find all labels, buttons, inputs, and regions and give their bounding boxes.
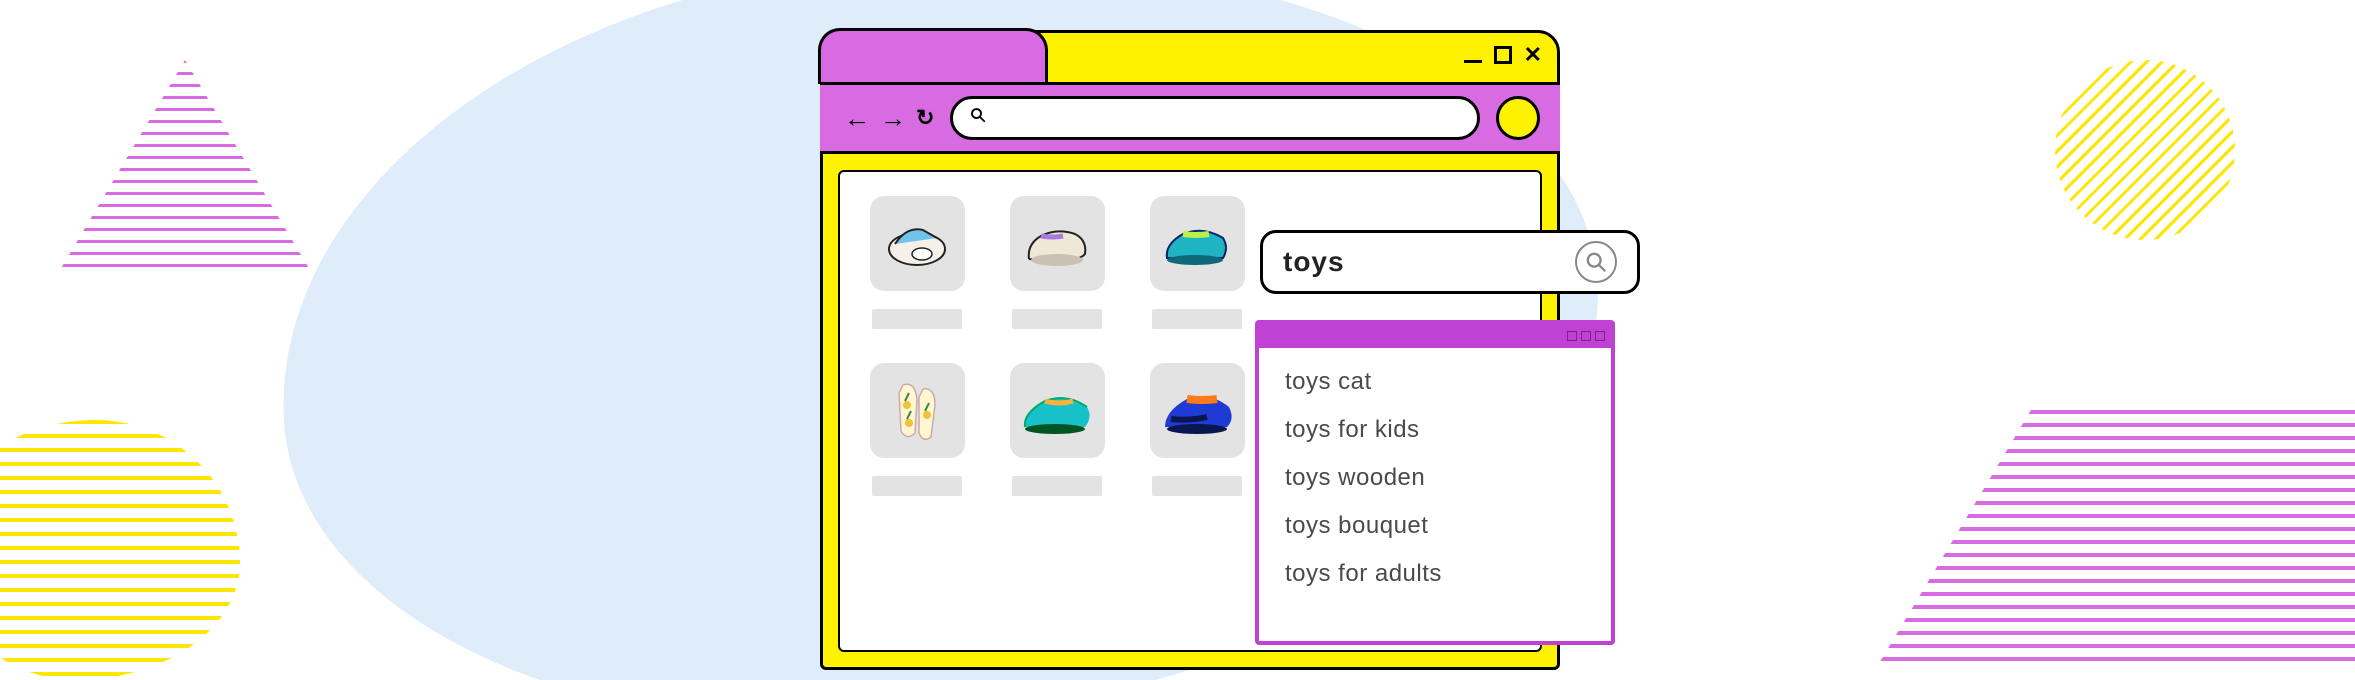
minimize-icon[interactable] [1464, 48, 1482, 63]
product-thumb [1010, 363, 1105, 458]
decorative-circle-yellow [2055, 60, 2235, 240]
maximize-icon[interactable] [1494, 46, 1512, 64]
product-thumb [1150, 363, 1245, 458]
browser-tab[interactable] [818, 28, 1048, 84]
search-suggestions-panel: toys cat toys for kids toys wooden toys … [1255, 320, 1615, 645]
product-thumb [1150, 196, 1245, 291]
product-card[interactable] [1002, 196, 1112, 329]
address-bar[interactable] [950, 96, 1480, 140]
product-label-placeholder [872, 309, 962, 329]
suggestion-item[interactable]: toys bouquet [1285, 512, 1585, 540]
suggestion-item[interactable]: toys wooden [1285, 464, 1585, 492]
suggestion-item[interactable]: toys for kids [1285, 416, 1585, 444]
product-label-placeholder [1012, 476, 1102, 496]
product-thumb [870, 196, 965, 291]
panel-control-icon[interactable] [1567, 331, 1577, 341]
suggestion-item[interactable]: toys for adults [1285, 560, 1585, 588]
decorative-blob-yellow [0, 420, 240, 680]
reload-button[interactable]: ↻ [912, 105, 938, 131]
go-button[interactable] [1496, 96, 1540, 140]
browser-toolbar: ← → ↻ [820, 82, 1560, 154]
suggestion-item[interactable]: toys cat [1285, 368, 1585, 396]
decorative-triangle [60, 60, 310, 270]
decorative-trapezoid-magenta [1875, 410, 2355, 670]
product-label-placeholder [1012, 309, 1102, 329]
product-thumb [1010, 196, 1105, 291]
search-submit-button[interactable] [1575, 241, 1617, 283]
product-label-placeholder [1152, 309, 1242, 329]
product-label-placeholder [872, 476, 962, 496]
product-card[interactable] [1002, 363, 1112, 496]
forward-button[interactable]: → [876, 103, 910, 134]
product-card[interactable] [862, 196, 972, 329]
product-card[interactable] [1142, 363, 1252, 496]
panel-control-icon[interactable] [1581, 331, 1591, 341]
back-button[interactable]: ← [840, 103, 874, 134]
site-search[interactable]: toys [1260, 230, 1640, 294]
panel-titlebar [1259, 324, 1611, 348]
search-icon [969, 106, 987, 130]
close-icon[interactable] [1524, 44, 1542, 66]
panel-control-icon[interactable] [1595, 331, 1605, 341]
product-label-placeholder [1152, 476, 1242, 496]
suggestion-list: toys cat toys for kids toys wooden toys … [1259, 348, 1611, 641]
window-controls [1464, 44, 1542, 66]
product-card[interactable] [1142, 196, 1252, 329]
product-card[interactable] [862, 363, 972, 496]
search-input[interactable]: toys [1283, 246, 1563, 278]
product-thumb [870, 363, 965, 458]
